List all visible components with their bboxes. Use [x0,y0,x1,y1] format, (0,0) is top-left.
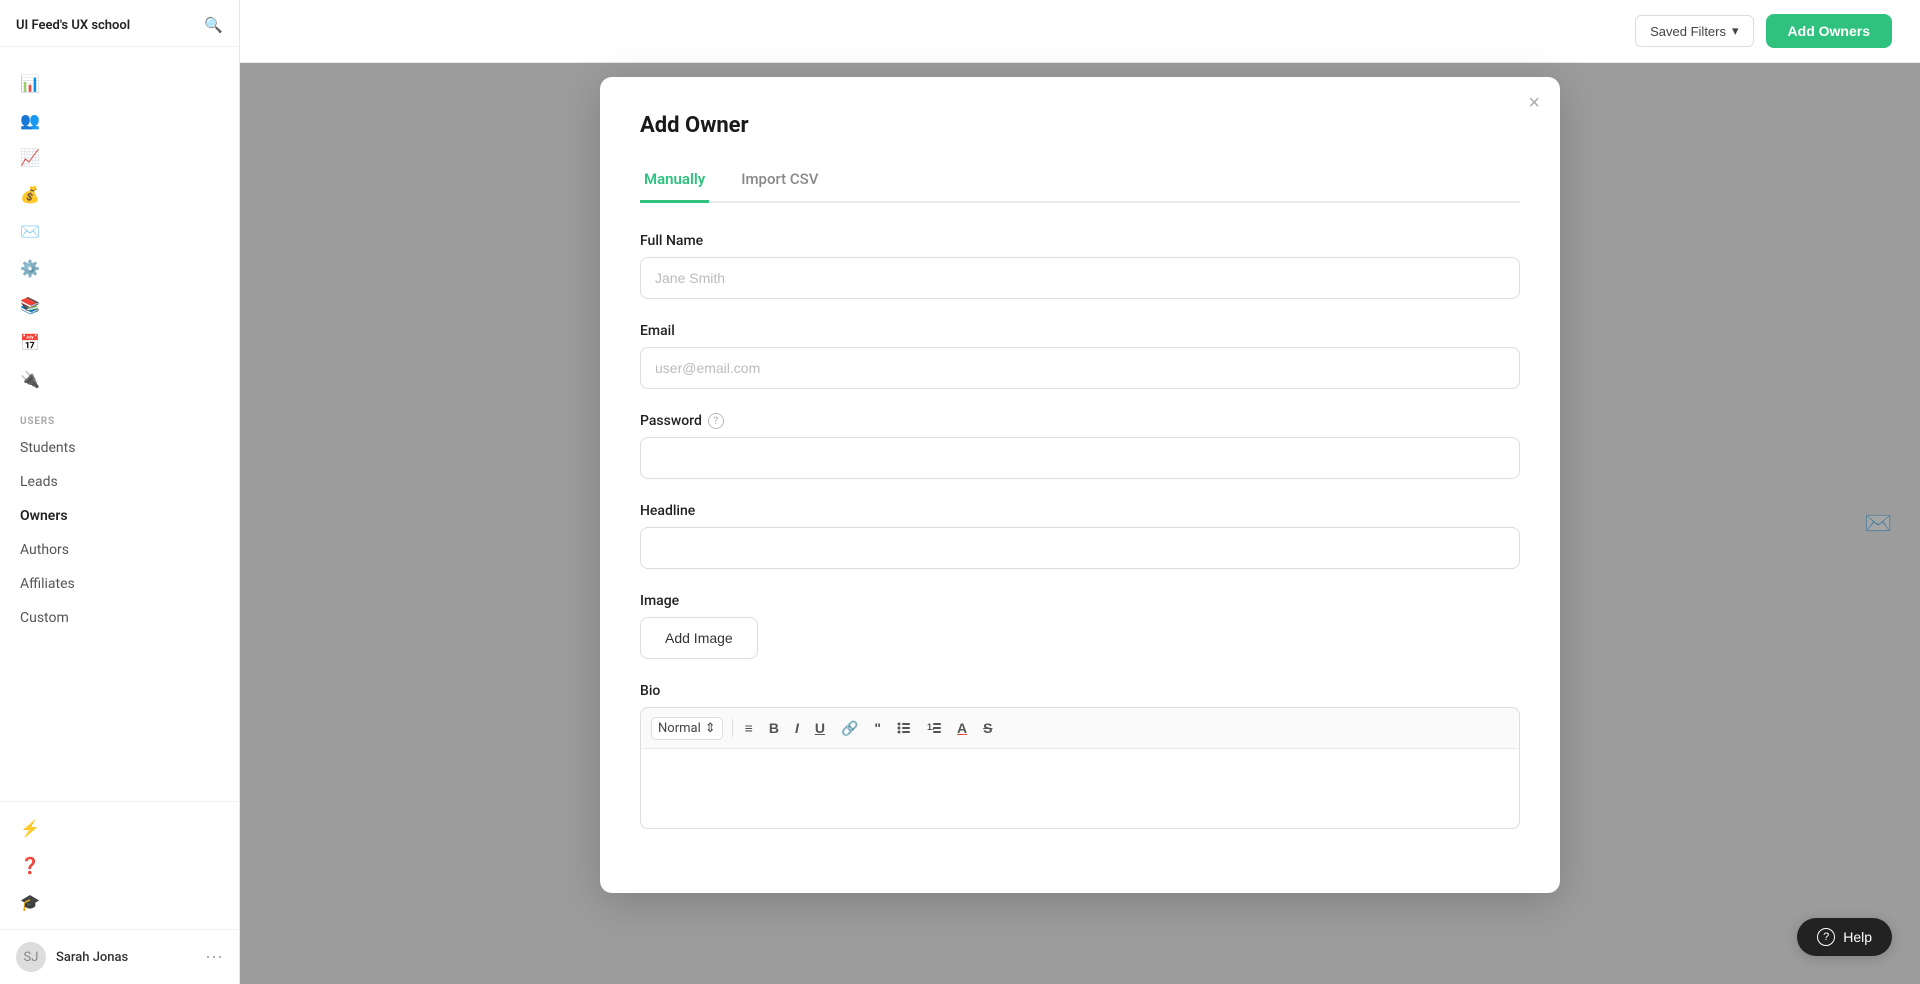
sidebar-item-dashboard[interactable]: 📊 [0,65,239,102]
users-icon: 👥 [20,111,40,130]
integrations-icon: 🔌 [20,370,40,389]
sidebar-item-leads[interactable]: Leads [0,465,239,499]
custom-label: Custom [20,610,69,626]
bio-link-button[interactable]: 🔗 [834,717,865,739]
sidebar-item-flash[interactable]: ⚡ [0,810,239,847]
headline-label: Headline [640,503,1520,519]
bio-align-button[interactable]: ≡ [738,717,760,739]
help-label: Help [1843,929,1872,945]
sidebar-header: UI Feed's UX school 🔍 [0,0,239,47]
sidebar-item-graduation[interactable]: 🎓 [0,884,239,921]
bio-text-color-button[interactable]: A [950,717,974,739]
email-label: Email [640,323,1520,339]
full-name-label: Full Name [640,233,1520,249]
sidebar-item-integrations[interactable]: 🔌 [0,361,239,398]
bio-quote-button[interactable]: " [867,717,888,739]
analytics-icon: 📈 [20,148,40,167]
sidebar-item-users-nav[interactable]: 👥 [0,102,239,139]
avatar: SJ [16,942,46,972]
headline-group: Headline [640,503,1520,569]
help-circle-icon: ? [1817,928,1835,946]
search-icon[interactable]: 🔍 [204,16,223,34]
password-input[interactable] [640,437,1520,479]
modal-title: Add Owner [640,113,1520,138]
app-title: UI Feed's UX school [16,18,130,33]
sidebar-item-messages[interactable]: ✉️ [0,213,239,250]
sidebar-item-library[interactable]: 📚 [0,287,239,324]
image-label: Image [640,593,1520,609]
authors-label: Authors [20,542,69,558]
dashboard-icon: 📊 [20,74,40,93]
bio-toolbar: Normal ⇕ ≡ B I U 🔗 " [640,707,1520,749]
bio-strikethrough-button[interactable]: S [976,717,999,739]
help-button[interactable]: ? Help [1797,918,1892,956]
bio-label: Bio [640,683,1520,699]
tab-import-csv[interactable]: Import CSV [737,162,822,203]
students-label: Students [20,440,75,456]
toolbar-divider-1 [732,719,733,737]
sidebar-item-affiliates[interactable]: Affiliates [0,567,239,601]
add-image-button[interactable]: Add Image [640,617,758,659]
password-label: Password ? [640,413,1520,429]
chevron-down-icon: ▾ [1732,23,1739,39]
settings-icon: ⚙️ [20,259,40,278]
bio-ul-button[interactable] [890,716,918,740]
bio-italic-button[interactable]: I [788,717,806,739]
library-icon: 📚 [20,296,40,315]
email-input[interactable] [640,347,1520,389]
modal-overlay: × Add Owner Manually Import CSV Full Nam… [240,63,1920,984]
sidebar-item-custom[interactable]: Custom [0,601,239,635]
headline-input[interactable] [640,527,1520,569]
saved-filters-label: Saved Filters [1650,24,1726,39]
main-content: Saved Filters ▾ Add Owners ✉️ × Add Owne… [240,0,1920,984]
main-body: ✉️ × Add Owner Manually Import CSV Full … [240,63,1920,984]
email-group: Email [640,323,1520,389]
tab-manually[interactable]: Manually [640,162,709,203]
more-options-icon[interactable]: ⋯ [205,947,223,968]
main-header: Saved Filters ▾ Add Owners [240,0,1920,63]
bio-format-label: Normal [658,721,701,736]
flash-icon: ⚡ [20,819,40,838]
bio-editor[interactable] [640,749,1520,829]
sidebar-item-settings[interactable]: ⚙️ [0,250,239,287]
user-name: Sarah Jonas [56,950,195,965]
bio-group: Bio Normal ⇕ ≡ B I U 🔗 " [640,683,1520,829]
sidebar-item-help-nav[interactable]: ❓ [0,847,239,884]
messages-icon: ✉️ [20,222,40,241]
graduation-icon: 🎓 [20,893,40,912]
sidebar-item-calendar[interactable]: 📅 [0,324,239,361]
sidebar-user[interactable]: SJ Sarah Jonas ⋯ [0,929,239,984]
sidebar-item-authors[interactable]: Authors [0,533,239,567]
sidebar-item-students[interactable]: Students [0,431,239,465]
revenue-icon: 💰 [20,185,40,204]
password-group: Password ? [640,413,1520,479]
sidebar-item-analytics[interactable]: 📈 [0,139,239,176]
modal-tabs: Manually Import CSV [640,162,1520,203]
full-name-group: Full Name [640,233,1520,299]
saved-filters-button[interactable]: Saved Filters ▾ [1635,15,1753,47]
calendar-icon: 📅 [20,333,40,352]
owners-label: Owners [20,508,68,524]
leads-label: Leads [20,474,58,490]
bio-underline-button[interactable]: U [808,717,832,739]
sidebar-nav: 📊 👥 📈 💰 ✉️ ⚙️ 📚 📅 [0,47,239,801]
bio-format-select[interactable]: Normal ⇕ [651,717,723,740]
affiliates-label: Affiliates [20,576,75,592]
users-section-label: USERS [0,406,239,431]
bio-format-chevron: ⇕ [705,721,716,736]
modal-close-button[interactable]: × [1528,93,1540,113]
add-owners-button[interactable]: Add Owners [1766,14,1892,48]
help-nav-icon: ❓ [20,856,40,875]
bio-ol-button[interactable]: 1. [920,716,948,740]
password-help-icon[interactable]: ? [708,413,724,429]
image-group: Image Add Image [640,593,1520,659]
sidebar: UI Feed's UX school 🔍 📊 👥 📈 💰 ✉️ ⚙️ [0,0,240,984]
bio-bold-button[interactable]: B [762,717,786,739]
sidebar-item-owners[interactable]: Owners [0,499,239,533]
add-owner-modal: × Add Owner Manually Import CSV Full Nam… [600,77,1560,893]
sidebar-item-revenue[interactable]: 💰 [0,176,239,213]
full-name-input[interactable] [640,257,1520,299]
